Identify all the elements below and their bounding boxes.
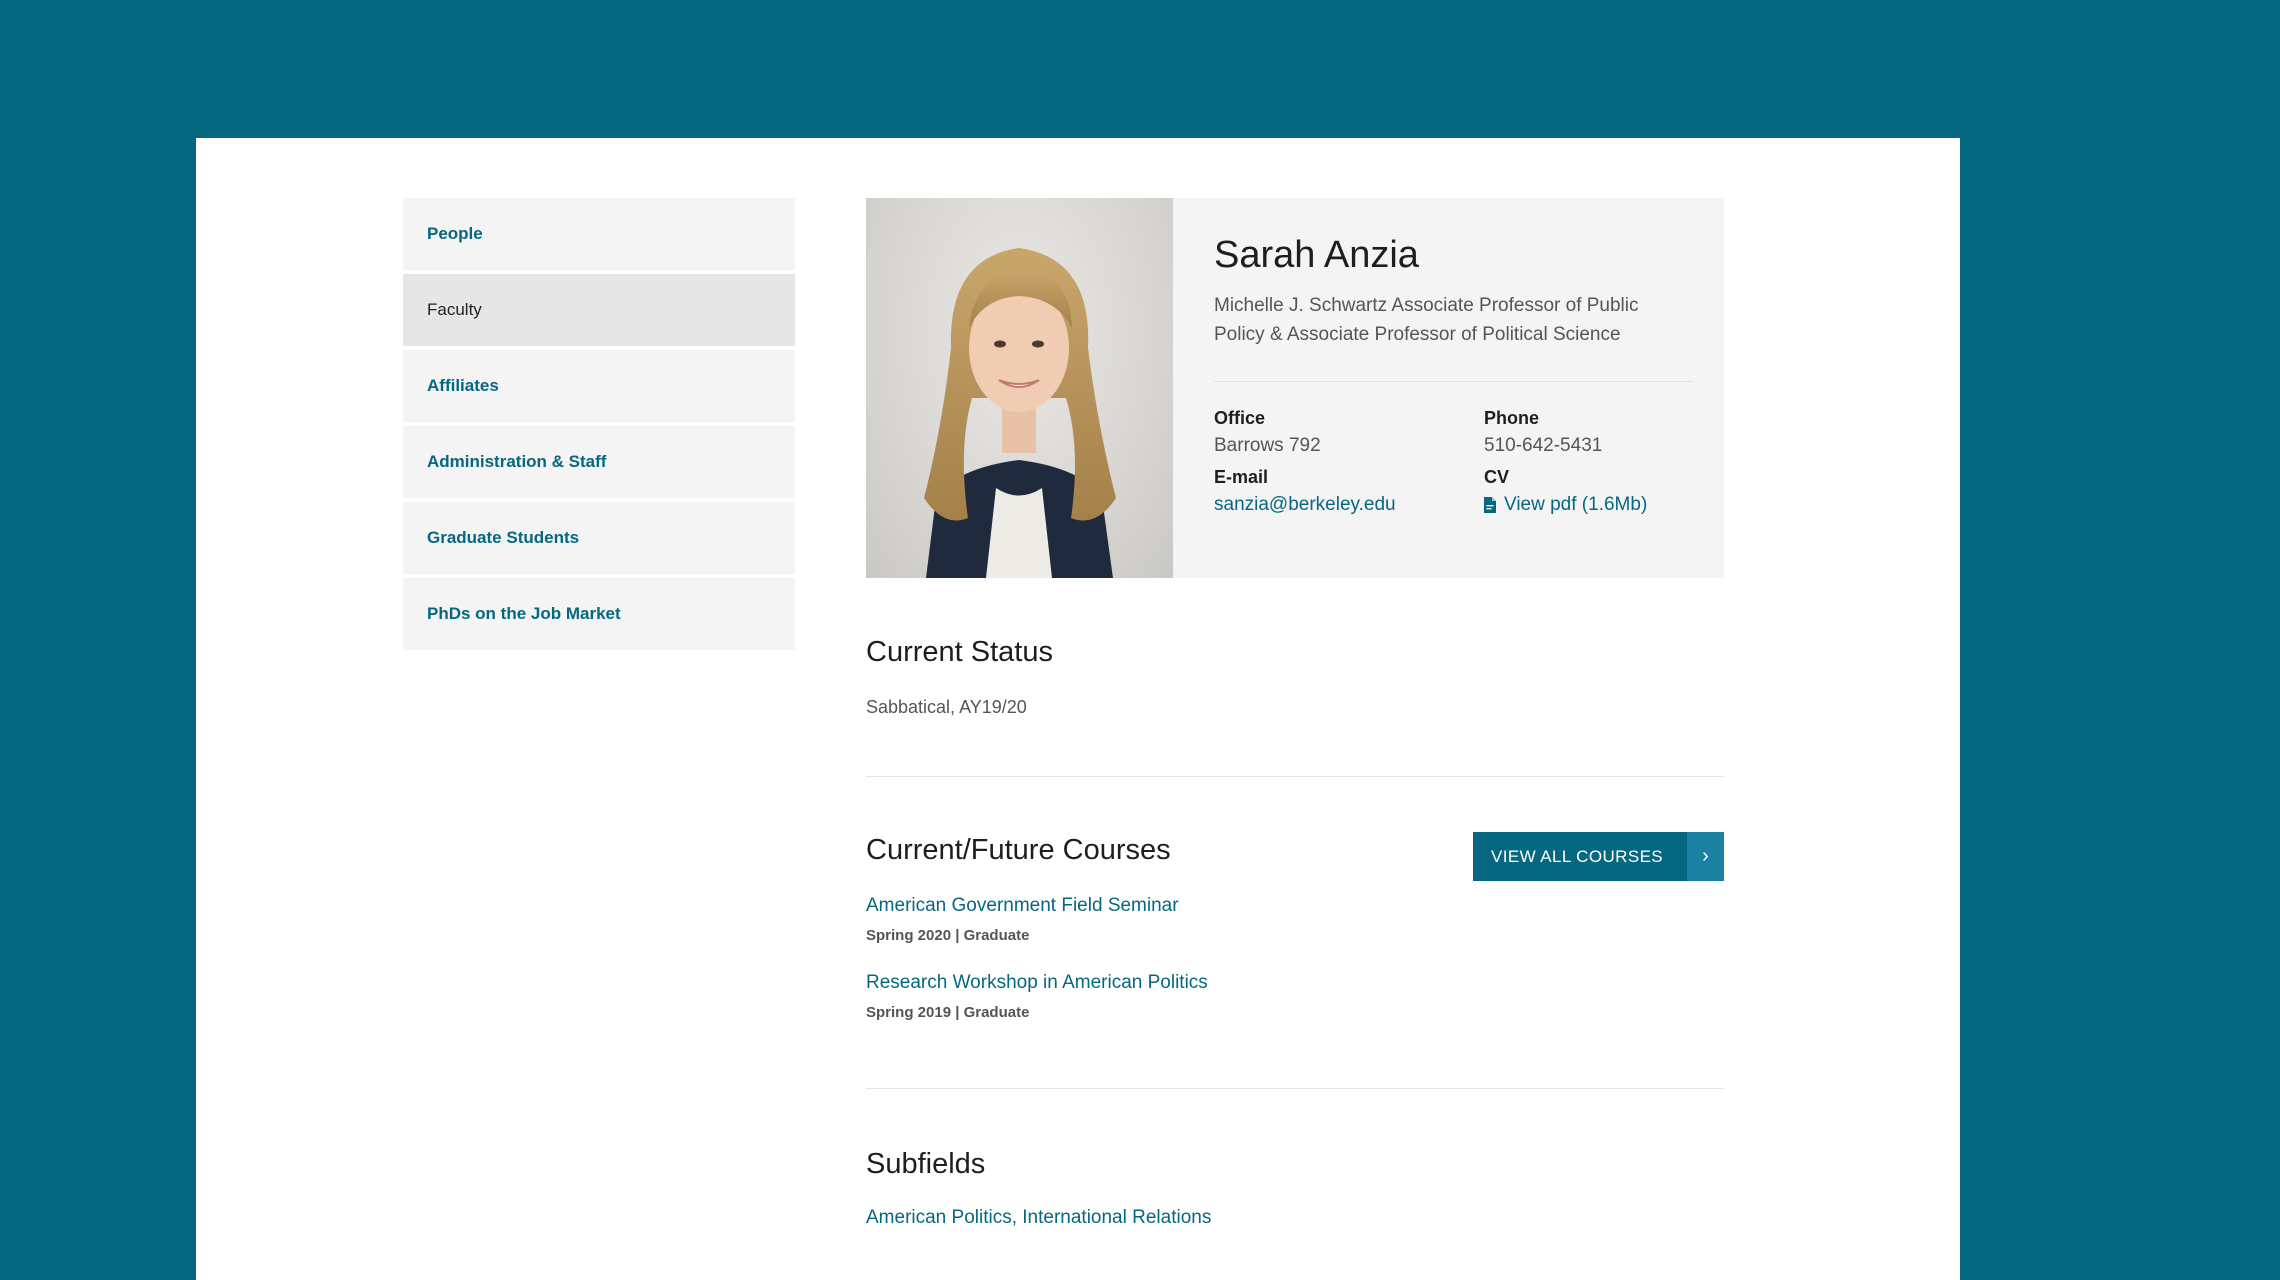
sidebar-item-phds-job-market[interactable]: PhDs on the Job Market xyxy=(403,578,795,650)
sidebar-item-faculty[interactable]: Faculty xyxy=(403,274,795,346)
section-heading: Subfields xyxy=(866,1148,986,1180)
button-label: VIEW ALL COURSES xyxy=(1491,846,1664,866)
view-all-courses-button[interactable]: VIEW ALL COURSES › xyxy=(1473,832,1724,881)
sidebar-item-label: Graduate Students xyxy=(427,528,580,547)
subfields-link[interactable]: American Politics, International Relatio… xyxy=(866,1207,1724,1229)
profile-details: Sarah Anzia Michelle J. Schwartz Associa… xyxy=(1214,234,1694,518)
course-list: American Government Field Seminar Spring… xyxy=(866,895,1724,1021)
sidebar-item-label: People xyxy=(427,224,483,243)
pdf-file-icon xyxy=(1484,497,1496,513)
section-heading: Current Status xyxy=(866,636,1053,668)
profile-name: Sarah Anzia xyxy=(1214,234,1419,276)
course-link[interactable]: American Government Field Seminar xyxy=(866,895,1724,917)
course-meta: Spring 2019 | Graduate xyxy=(866,1004,1030,1021)
phone-block: Phone 510-642-5431 xyxy=(1484,408,1694,457)
office-value: Barrows 792 xyxy=(1214,435,1321,456)
profile-title: Michelle J. Schwartz Associate Professor… xyxy=(1214,295,1639,345)
courses-section: Current/Future Courses VIEW ALL COURSES … xyxy=(866,832,1724,1021)
phone-value: 510-642-5431 xyxy=(1484,435,1603,456)
cv-link-label: View pdf (1.6Mb) xyxy=(1504,494,1648,515)
email-block: E-mail sanzia@berkeley.edu xyxy=(1214,467,1484,518)
profile-photo xyxy=(866,198,1173,578)
profile-card: Sarah Anzia Michelle J. Schwartz Associa… xyxy=(866,198,1724,578)
course-meta: Spring 2020 | Graduate xyxy=(866,927,1030,944)
profile-photo-illustration xyxy=(924,248,1116,578)
contact-info: Office Barrows 792 Phone 510-642-5431 E-… xyxy=(1214,408,1694,518)
page-content: People Faculty Affiliates Administration… xyxy=(196,138,1960,1280)
sidebar-item-graduate-students[interactable]: Graduate Students xyxy=(403,502,795,574)
sidebar-item-label: Faculty xyxy=(427,300,482,319)
sidebar-item-label: Affiliates xyxy=(427,376,499,395)
sidebar-item-administration-staff[interactable]: Administration & Staff xyxy=(403,426,795,498)
section-divider xyxy=(866,1088,1724,1089)
list-item: Research Workshop in American Politics S… xyxy=(866,972,1724,1021)
list-item: American Government Field Seminar Spring… xyxy=(866,895,1724,944)
current-status-section: Current Status Sabbatical, AY19/20 xyxy=(866,636,1724,718)
email-link[interactable]: sanzia@berkeley.edu xyxy=(1214,494,1396,515)
subfields-section: Subfields American Politics, Internation… xyxy=(866,1148,1724,1229)
sidebar-item-label: Administration & Staff xyxy=(427,452,607,471)
phone-label: Phone xyxy=(1484,408,1540,428)
cv-pdf-link[interactable]: View pdf (1.6Mb) xyxy=(1484,494,1647,516)
divider xyxy=(1214,381,1694,382)
sidebar-item-label: PhDs on the Job Market xyxy=(427,604,621,623)
office-label: Office xyxy=(1214,408,1266,428)
sidebar-item-people[interactable]: People xyxy=(403,198,795,270)
email-label: E-mail xyxy=(1214,467,1269,487)
office-block: Office Barrows 792 xyxy=(1214,408,1484,457)
sidebar-nav: People Faculty Affiliates Administration… xyxy=(403,198,795,654)
chevron-right-icon: › xyxy=(1687,832,1724,881)
sidebar-item-affiliates[interactable]: Affiliates xyxy=(403,350,795,422)
cv-label: CV xyxy=(1484,467,1510,487)
status-text: Sabbatical, AY19/20 xyxy=(866,697,1027,717)
course-link[interactable]: Research Workshop in American Politics xyxy=(866,972,1724,994)
cv-block: CV View pdf (1.6Mb) xyxy=(1484,467,1694,518)
section-divider xyxy=(866,776,1724,777)
